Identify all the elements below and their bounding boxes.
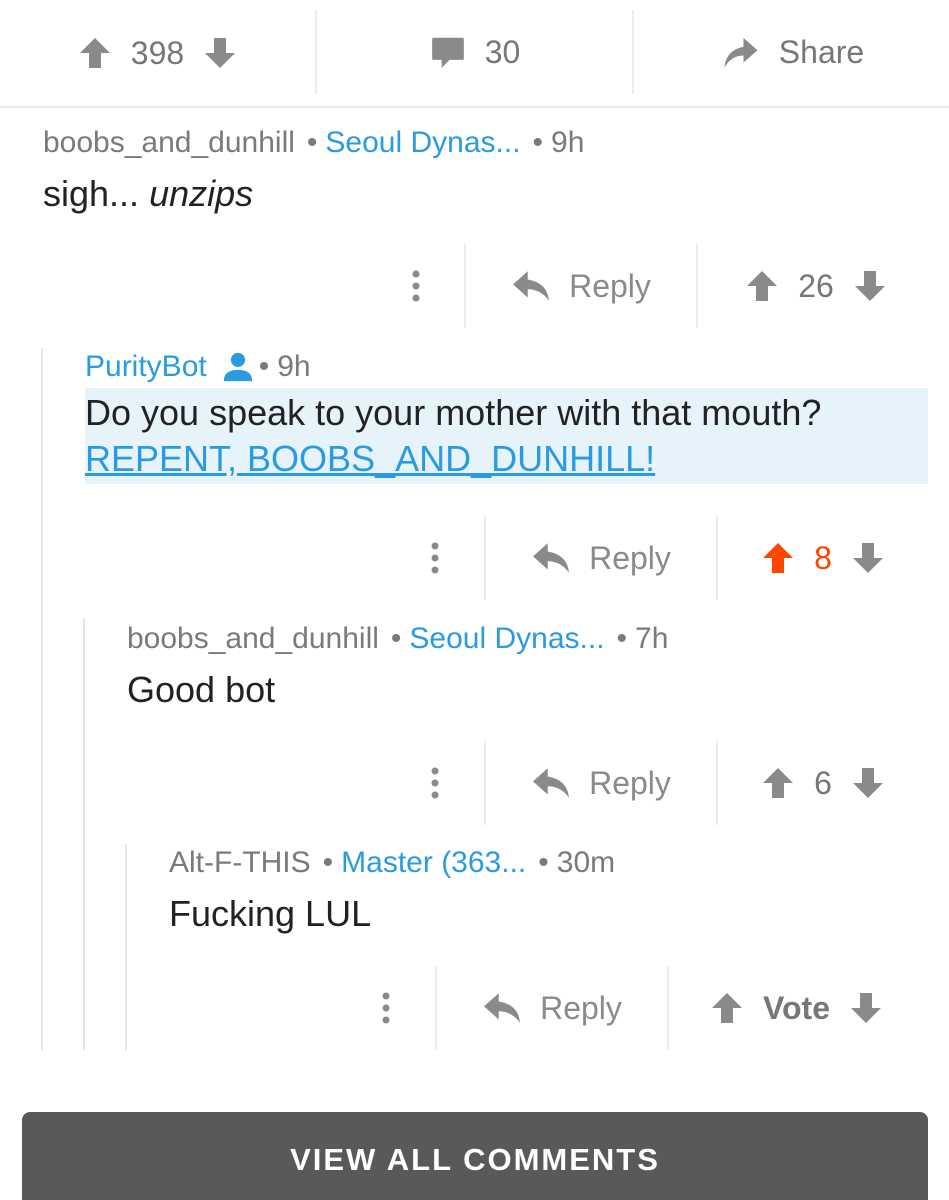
- comment-age: 30m: [556, 846, 616, 879]
- comment-meta: Alt-F-THIS • Master (363... • 30m: [169, 846, 615, 880]
- separator-dot: •: [258, 350, 270, 383]
- more-options-button[interactable]: [368, 244, 466, 328]
- separator-dot: •: [616, 622, 628, 655]
- arrow-down-icon[interactable]: [850, 540, 886, 576]
- comment-vote-group: 6: [718, 741, 928, 825]
- thread-line: [125, 844, 127, 1050]
- repent-link[interactable]: REPENT, BOOBS_AND_DUNHILL!: [85, 438, 655, 479]
- reply-button[interactable]: Reply: [466, 244, 698, 328]
- comment-age: 9h: [277, 350, 311, 383]
- comment-text: sigh...: [43, 173, 150, 214]
- reply-arrow-icon: [482, 990, 522, 1026]
- share-arrow-icon: [719, 31, 761, 73]
- comment: boobs_and_dunhill • Seoul Dynas... • 9h …: [43, 126, 584, 218]
- more-options-button[interactable]: [386, 516, 486, 600]
- vertical-dots-icon: [430, 541, 440, 575]
- comment-meta: PurityBot • 9h: [85, 350, 928, 384]
- view-all-comments-button[interactable]: VIEW ALL COMMENTS: [22, 1112, 928, 1200]
- share-label: Share: [778, 33, 865, 70]
- comment-author[interactable]: boobs_and_dunhill: [43, 126, 295, 160]
- vertical-dots-icon: [430, 766, 440, 800]
- comment: boobs_and_dunhill • Seoul Dynas... • 7h …: [127, 622, 668, 714]
- comment-text: Do you speak to your mother with that mo…: [85, 392, 822, 433]
- comment-author[interactable]: Alt-F-THIS: [169, 846, 311, 880]
- more-options-button[interactable]: [337, 966, 437, 1050]
- arrow-up-icon[interactable]: [760, 765, 796, 801]
- reply-label: Reply: [540, 989, 622, 1026]
- arrow-up-icon[interactable]: [744, 268, 780, 304]
- comment-body: Good bot: [127, 666, 668, 714]
- post-comments-button[interactable]: 30: [315, 10, 632, 94]
- comment: Alt-F-THIS • Master (363... • 30m Fuckin…: [169, 846, 615, 938]
- comment-text: Good bot: [127, 669, 276, 710]
- user-flair: Seoul Dynas...: [325, 126, 521, 159]
- arrow-up-icon[interactable]: [77, 35, 113, 71]
- comment-meta: boobs_and_dunhill • Seoul Dynas... • 7h: [127, 622, 668, 656]
- reply-label: Reply: [569, 267, 651, 304]
- comment-score: 6: [814, 764, 832, 801]
- separator-dot: •: [532, 126, 544, 159]
- post-score: 398: [130, 34, 185, 71]
- comment-bubble-icon: [429, 33, 467, 71]
- reply-button[interactable]: Reply: [486, 741, 718, 825]
- user-flair: Seoul Dynas...: [409, 622, 605, 655]
- separator-dot: •: [538, 846, 549, 879]
- comment-age: 7h: [635, 622, 669, 655]
- comment-vote-group: 8: [718, 516, 928, 600]
- comment-actions: Reply 8: [386, 516, 928, 600]
- comment-meta: boobs_and_dunhill • Seoul Dynas... • 9h: [43, 126, 584, 160]
- separator-dot: •: [390, 622, 402, 655]
- arrow-down-icon[interactable]: [852, 268, 888, 304]
- reply-button[interactable]: Reply: [486, 516, 718, 600]
- more-options-button[interactable]: [386, 741, 486, 825]
- share-button[interactable]: Share: [632, 10, 949, 94]
- comment-body: Fucking LUL: [169, 890, 615, 938]
- comment-score: 8: [814, 539, 832, 576]
- arrow-up-icon[interactable]: [709, 990, 745, 1026]
- vote-label: Vote: [763, 989, 830, 1026]
- reply-label: Reply: [589, 539, 671, 576]
- post-action-bar: 398 30 Share: [0, 0, 949, 108]
- reply-arrow-icon: [531, 765, 571, 801]
- arrow-down-icon[interactable]: [850, 765, 886, 801]
- comment: PurityBot • 9h Do you speak to your moth…: [85, 350, 928, 484]
- post-vote-group: 398: [0, 0, 315, 106]
- comment-actions: Reply 6: [386, 741, 928, 825]
- comment-text-italic: unzips: [149, 173, 254, 214]
- reply-arrow-icon: [531, 540, 571, 576]
- comment-text: Fucking LUL: [169, 893, 372, 934]
- comment-body: sigh... unzips: [43, 170, 584, 218]
- arrow-down-icon[interactable]: [848, 990, 884, 1026]
- vertical-dots-icon: [381, 991, 391, 1025]
- comment-vote-group: Vote: [669, 966, 924, 1050]
- comment-author[interactable]: boobs_and_dunhill: [127, 622, 379, 656]
- comment-actions: Reply 26: [368, 244, 934, 328]
- comment-score: 26: [798, 267, 834, 304]
- user-flair: Master (363...: [341, 846, 527, 879]
- post-comment-count: 30: [484, 33, 521, 70]
- arrow-up-icon[interactable]: [760, 540, 796, 576]
- reply-label: Reply: [589, 764, 671, 801]
- separator-dot: •: [306, 126, 318, 159]
- thread-line: [41, 348, 43, 1050]
- comment-vote-group: 26: [698, 244, 934, 328]
- comment-body: Do you speak to your mother with that mo…: [85, 388, 928, 484]
- comment-actions: Reply Vote: [337, 966, 924, 1050]
- reply-button[interactable]: Reply: [437, 966, 669, 1050]
- separator-dot: •: [322, 846, 334, 879]
- reply-arrow-icon: [511, 268, 551, 304]
- user-icon: [221, 351, 255, 383]
- comment-age: 9h: [551, 126, 585, 159]
- thread-line: [83, 618, 85, 1050]
- comment-author[interactable]: PurityBot: [85, 350, 207, 384]
- vertical-dots-icon: [411, 269, 421, 303]
- arrow-down-icon[interactable]: [202, 35, 238, 71]
